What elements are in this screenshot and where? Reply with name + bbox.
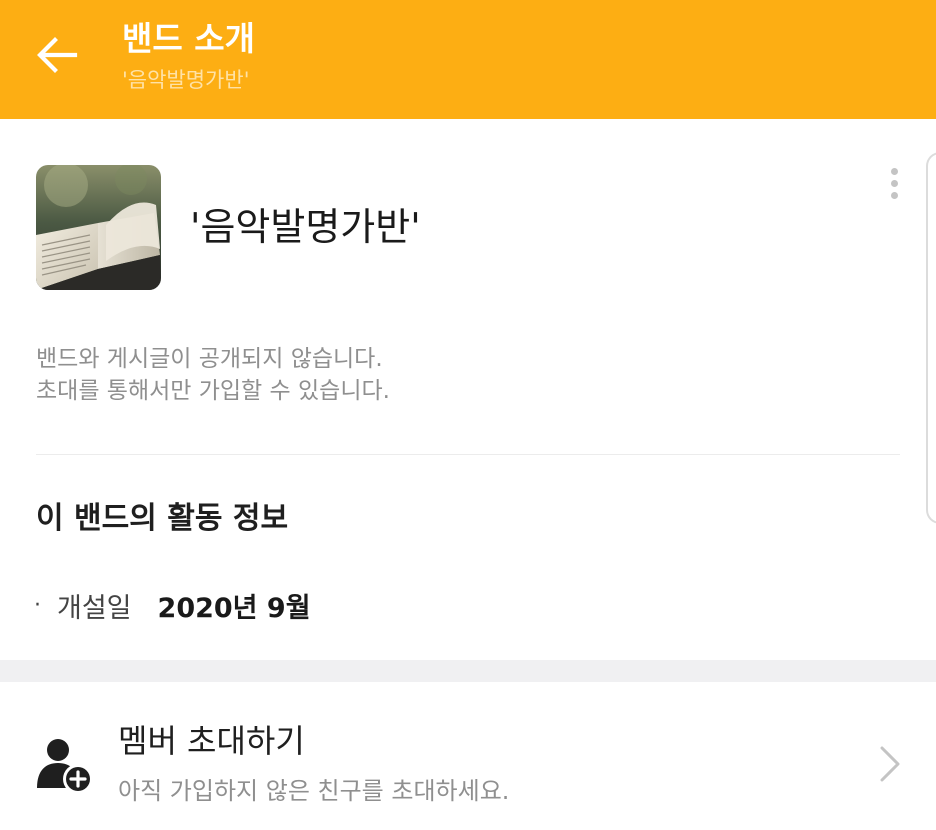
band-privacy-description: 밴드와 게시글이 공개되지 않습니다. 초대를 통해서만 가입할 수 있습니다.	[36, 343, 390, 407]
page-title: 밴드 소개	[122, 19, 255, 58]
more-options-button[interactable]	[878, 160, 910, 206]
activity-section-title: 이 밴드의 활동 정보	[36, 501, 289, 536]
chevron-right-icon	[880, 746, 900, 782]
founded-value: 2020년 9월	[157, 592, 311, 624]
edge-panel-handle[interactable]	[926, 152, 936, 524]
founded-date-row: · 개설일 2020년 9월	[34, 584, 311, 626]
privacy-line-2: 초대를 통해서만 가입할 수 있습니다.	[36, 378, 390, 404]
page-subtitle: '음악발명가반'	[122, 68, 250, 92]
founded-label: 개설일	[57, 592, 132, 624]
arrow-left-icon	[37, 37, 78, 73]
back-button[interactable]	[24, 22, 90, 88]
invite-title: 멤버 초대하기	[118, 722, 305, 760]
invite-members-button[interactable]: 멤버 초대하기 아직 가입하지 않은 친구를 초대하세요.	[0, 682, 936, 830]
more-vertical-icon	[890, 167, 898, 175]
add-user-icon	[37, 739, 93, 794]
band-name: '음악발명가반'	[190, 205, 421, 249]
privacy-line-1: 밴드와 게시글이 공개되지 않습니다.	[36, 346, 383, 372]
section-separator	[0, 660, 936, 682]
invite-description: 아직 가입하지 않은 친구를 초대하세요.	[118, 777, 510, 805]
divider	[36, 454, 900, 455]
app-bar: 밴드 소개 '음악발명가반'	[0, 0, 936, 119]
band-cover-image	[36, 165, 161, 290]
bullet: ·	[34, 592, 41, 618]
